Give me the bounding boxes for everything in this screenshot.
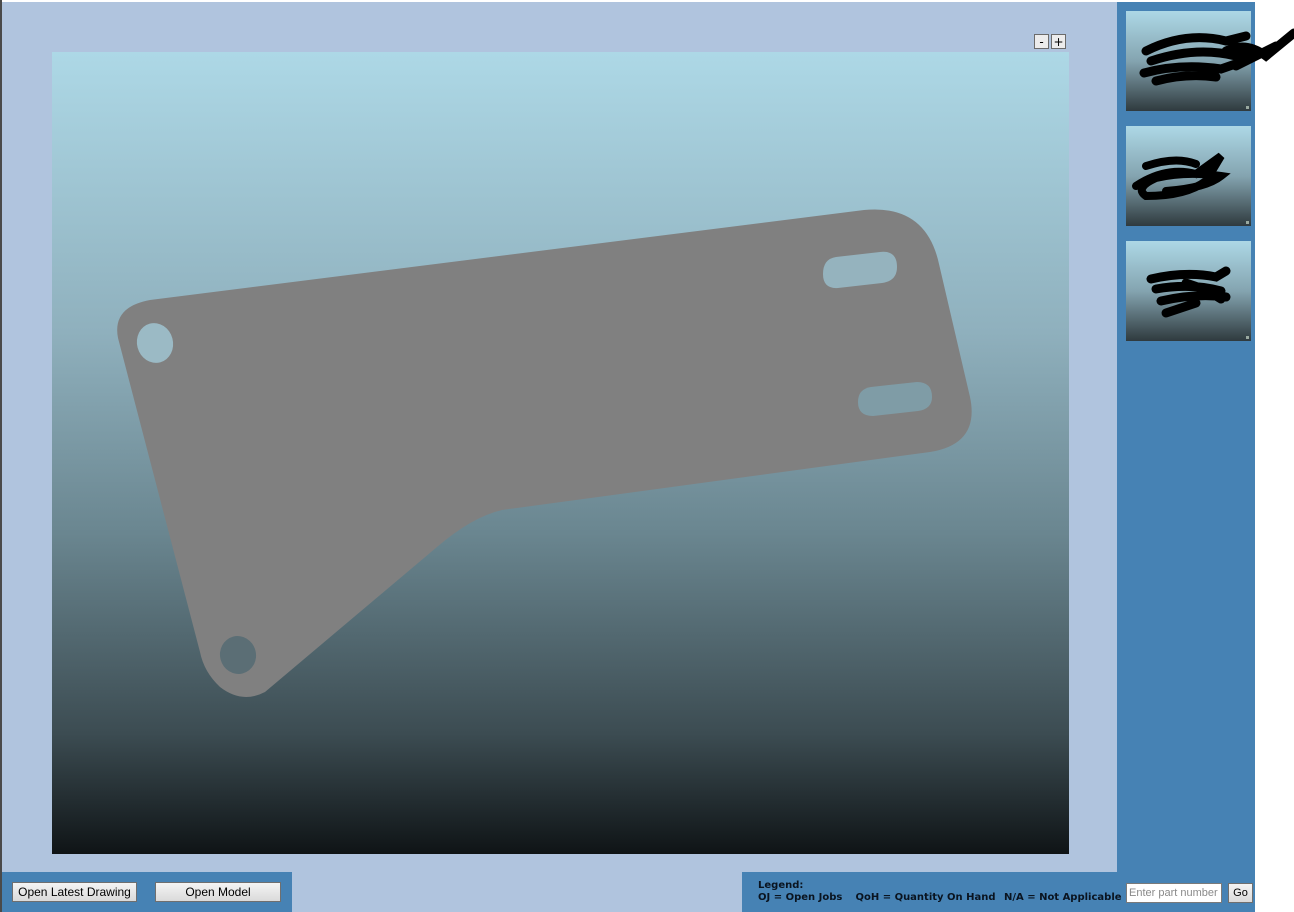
zoom-out-button[interactable]: - [1034,34,1049,49]
part-model-render [117,209,972,697]
go-button[interactable]: Go [1228,883,1253,903]
zoom-in-button[interactable]: + [1051,34,1066,49]
view-thumbnail-3[interactable] [1126,241,1251,341]
view-thumbnail-1[interactable] [1126,11,1294,111]
thumbnail-corner-marker [1246,221,1249,224]
open-model-button[interactable]: Open Model [155,882,281,902]
legend-open-jobs: OJ = Open Jobs [758,892,843,903]
open-latest-drawing-button[interactable]: Open Latest Drawing [12,882,137,902]
redacted-scribble [1146,266,1231,318]
thumbnail-corner-marker [1246,106,1249,109]
part-number-search-input[interactable] [1126,883,1222,903]
redacted-scribble [1139,28,1294,86]
legend-not-applicable: N/A = Not Applicable [1003,892,1122,903]
legend-title: Legend: [758,880,804,891]
bottom-spacer [292,872,742,912]
legend-quantity-on-hand: QoH = Quantity On Hand [855,892,996,903]
redacted-scribble [1132,152,1231,201]
thumbnail-corner-marker [1246,336,1249,339]
model-viewport[interactable] [52,52,1069,854]
view-thumbnail-2[interactable] [1126,126,1251,226]
window-right-margin [1255,0,1294,872]
legend: Legend: OJ = Open Jobs QoH = Quantity On… [758,880,1122,904]
